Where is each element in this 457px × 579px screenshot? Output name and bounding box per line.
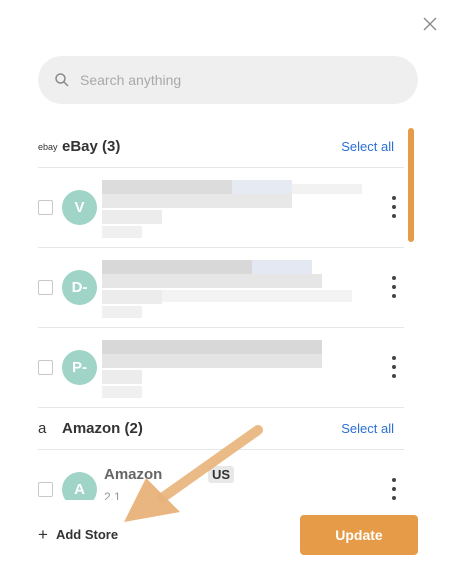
amazon-logo-icon: a (38, 420, 47, 437)
store-avatar: D- (62, 270, 97, 305)
group-header-amazon: a Amazon (2) Select all (38, 408, 404, 450)
store-menu-button[interactable] (388, 196, 400, 218)
close-button[interactable] (420, 14, 440, 34)
store-menu-button[interactable] (388, 356, 400, 378)
group-header-ebay: ebay eBay (3) Select all (38, 126, 404, 168)
scrollbar[interactable] (408, 128, 414, 242)
store-avatar: A (62, 472, 97, 500)
blurred-store-details (102, 260, 362, 318)
store-checkbox[interactable] (38, 482, 53, 497)
group-title: eBay (3) (62, 138, 121, 155)
search-input[interactable] (80, 72, 380, 88)
store-avatar: V (62, 190, 97, 225)
store-row[interactable]: V (38, 168, 404, 248)
store-list[interactable]: ebay eBay (3) Select all V D- P- a Amazo… (38, 126, 404, 500)
store-menu-button[interactable] (388, 478, 400, 500)
store-avatar: P- (62, 350, 97, 385)
blurred-store-details (102, 180, 362, 238)
search-bar[interactable] (38, 56, 418, 104)
search-icon (55, 73, 69, 87)
store-row[interactable]: A Amazon US 2.1 (38, 450, 404, 500)
group-title: Amazon (2) (62, 420, 143, 437)
store-menu-button[interactable] (388, 276, 400, 298)
footer: + Add Store Update (0, 500, 457, 579)
update-button[interactable]: Update (300, 515, 418, 555)
add-store-label: Add Store (55, 527, 119, 542)
store-checkbox[interactable] (38, 200, 53, 215)
add-store-button[interactable]: + Add Store (38, 526, 118, 543)
select-all-ebay-button[interactable]: Select all (341, 139, 394, 154)
blurred-store-details (102, 340, 362, 398)
region-badge: US (208, 466, 235, 483)
select-all-amazon-button[interactable]: Select all (341, 421, 394, 436)
ebay-logo-icon: ebay (38, 141, 58, 152)
close-icon (423, 17, 437, 31)
store-row[interactable]: D- (38, 248, 404, 328)
store-meta: 2.1 (104, 490, 121, 500)
store-checkbox[interactable] (38, 280, 53, 295)
plus-icon: + (38, 525, 48, 544)
store-name: Amazon (104, 466, 163, 483)
store-row[interactable]: P- (38, 328, 404, 408)
store-checkbox[interactable] (38, 360, 53, 375)
